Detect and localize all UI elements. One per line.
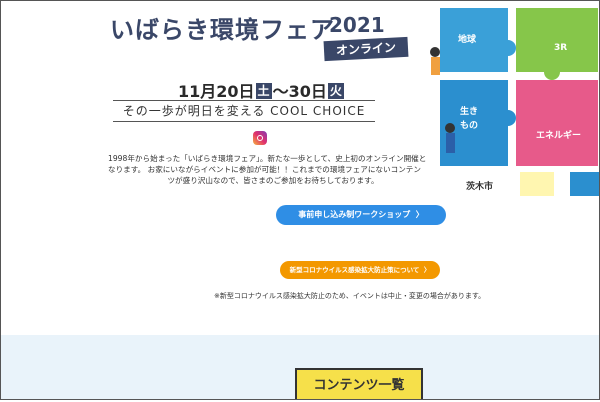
fair-year: 2021 <box>329 13 385 37</box>
instagram-icon[interactable] <box>253 131 267 145</box>
end-date: 30日 <box>288 82 327 101</box>
puzzle-label-earth: 地球 <box>458 33 477 45</box>
puzzle-piece-earth <box>440 8 516 72</box>
chevron-right-icon: 〉 <box>421 266 431 274</box>
end-day-badge: 火 <box>327 83 344 99</box>
puzzle-label-3r: 3R <box>554 43 567 53</box>
fair-title: いばらき環境フェア <box>110 16 335 44</box>
puzzle-label-living-2: もの <box>460 120 478 131</box>
cool-choice-tagline: その一歩が明日を変える COOL CHOICE <box>113 100 375 122</box>
puzzle-label-energy: エネルギー <box>536 129 581 141</box>
covid-notice: ※新型コロナウイルス感染拡大防止のため、イベントは中止・変更の場合があります。 <box>214 292 486 300</box>
event-dates: 11月20日土〜30日火 <box>178 78 345 102</box>
person-illustration <box>431 57 440 75</box>
puzzle-piece-energy <box>516 80 598 166</box>
intro-text: 1998年から始まった「いばらき環境フェア」。新たな一歩として、史上初のオンライ… <box>108 153 438 186</box>
online-badge: オンライン <box>323 36 409 62</box>
workshop-button[interactable]: 事前申し込み制ワークショップ 〉 <box>276 205 446 225</box>
intro-line: ツが盛り沢山なので、皆さまのご参加をお待ちしております。 <box>167 176 379 185</box>
puzzle-label-living-1: 生き <box>460 105 478 117</box>
person-illustration <box>446 133 455 153</box>
cool-choice-logo <box>570 172 600 196</box>
person-illustration <box>430 47 440 57</box>
start-day-badge: 土 <box>255 83 272 99</box>
person-illustration <box>445 123 455 133</box>
intro-line: 1998年から始まった「いばらき環境フェア」。新たな一歩として、史上初のオンライ… <box>108 154 427 163</box>
contents-list-heading[interactable]: コンテンツ一覧 <box>295 368 423 400</box>
puzzle-graphic: 地球 3R 生き もの エネルギー 茨木市 <box>430 8 600 196</box>
covid-button-label: 新型コロナウイルス感染拡大防止策について <box>289 266 420 274</box>
date-separator: 〜 <box>272 82 289 101</box>
puzzle-illustration: 地球 3R 生き もの エネルギー 茨木市 <box>420 0 600 200</box>
intro-line: なります。 お家にいながらイベントに参加が可能！！これまでの環境フェアにないコン… <box>108 165 421 174</box>
cool-choice-logo-box <box>520 172 554 196</box>
ibaraki-city-label: 茨木市 <box>466 180 493 192</box>
start-date: 11月20日 <box>178 82 255 101</box>
covid-measures-button[interactable]: 新型コロナウイルス感染拡大防止策について 〉 <box>280 261 440 279</box>
workshop-button-label: 事前申し込み制ワークショップ <box>298 210 411 219</box>
chevron-right-icon: 〉 <box>413 210 424 219</box>
